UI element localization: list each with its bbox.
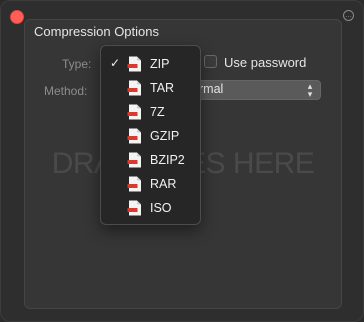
tar-file-icon [127, 80, 141, 96]
close-window-button[interactable] [10, 10, 24, 24]
more-options-icon[interactable]: … [343, 10, 354, 21]
menu-item-label: ZIP [150, 57, 170, 71]
type-dropdown-menu: ✓ ZIP TAR 7Z GZIP BZIP2 RAR ISO [100, 45, 201, 225]
menu-item-label: TAR [150, 81, 175, 95]
menu-item-label: BZIP2 [150, 153, 185, 167]
method-label: Method: [44, 84, 88, 98]
iso-file-icon [127, 200, 141, 216]
menu-item-label: GZIP [150, 129, 180, 143]
more-glyph: … [345, 12, 352, 19]
rar-file-icon [127, 176, 141, 192]
menu-item-bzip2[interactable]: BZIP2 [101, 148, 200, 172]
menu-item-zip[interactable]: ✓ ZIP [101, 52, 200, 76]
use-password-label[interactable]: Use password [224, 55, 306, 70]
compression-window: … Compression Options Type: Method: Use … [0, 0, 364, 322]
menu-item-label: RAR [150, 177, 177, 191]
menu-item-rar[interactable]: RAR [101, 172, 200, 196]
zip-file-icon [127, 56, 141, 72]
type-label: Type: [62, 57, 92, 71]
bzip2-file-icon [127, 152, 141, 168]
menu-item-label: ISO [150, 201, 172, 215]
menu-item-iso[interactable]: ISO [101, 196, 200, 220]
use-password-checkbox[interactable] [204, 55, 217, 68]
menu-item-gzip[interactable]: GZIP [101, 124, 200, 148]
method-select-value[interactable]: rmal [199, 82, 223, 96]
select-chevron-icon[interactable]: ▴ ▾ [304, 80, 316, 100]
menu-item-label: 7Z [150, 105, 165, 119]
menu-item-tar[interactable]: TAR [101, 76, 200, 100]
panel-title: Compression Options [34, 24, 159, 39]
gzip-file-icon [127, 128, 141, 144]
chevron-down-icon: ▾ [307, 89, 313, 99]
menu-item-7z[interactable]: 7Z [101, 100, 200, 124]
checkmark-icon: ✓ [110, 56, 121, 70]
7z-file-icon [127, 104, 141, 120]
